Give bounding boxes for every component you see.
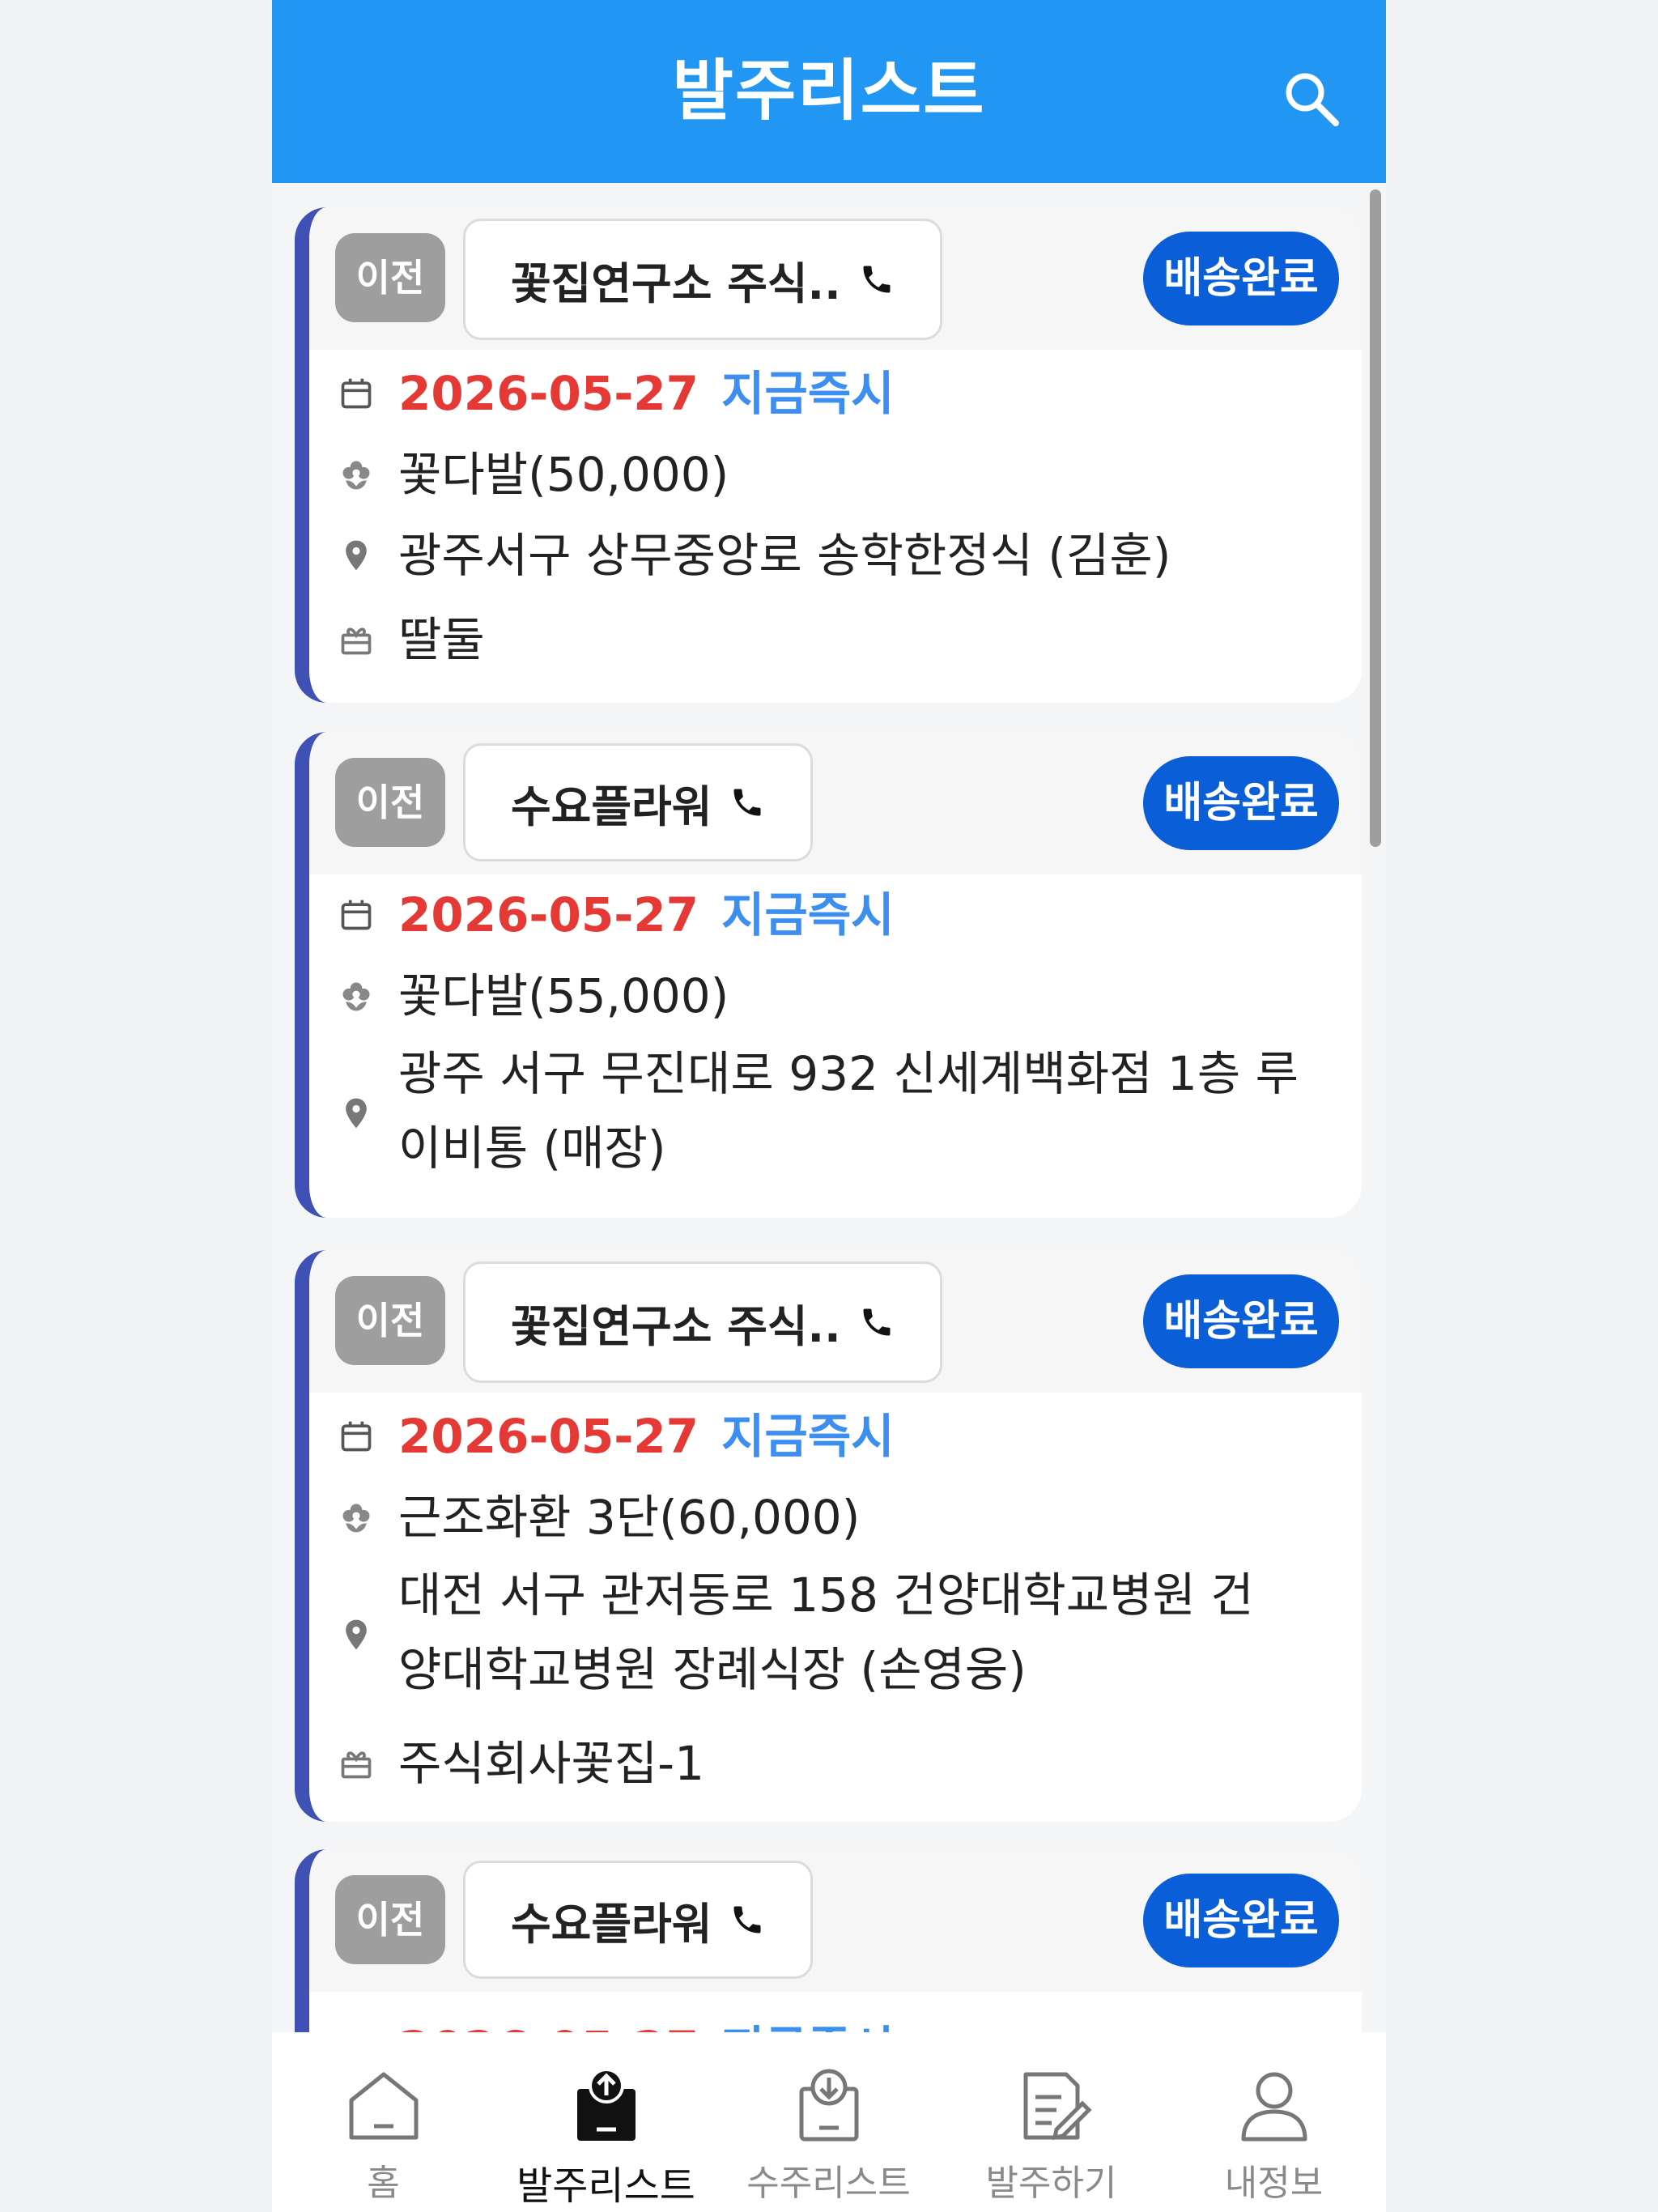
- address-row: 광주서구 상무중앙로 송학한정식 (김훈): [309, 515, 1362, 596]
- order-card[interactable]: 이전 수요플라워 배송완료 2026-05-27 지금즉시: [295, 1849, 1362, 2032]
- product-row: 근조화환 3단(60,000): [309, 1477, 1362, 1558]
- location-pin-icon: [346, 1098, 367, 1129]
- sender-text: 주식회사꽃집-1: [398, 1736, 704, 1791]
- order-date: 2026-05-27: [398, 1409, 699, 1464]
- tab-label: 홈: [367, 2163, 400, 2204]
- order-list[interactable]: 이전 꽃집연구소 주식.. 배송완료 2026-05-27 지금즉시 꽃다발(50…: [272, 183, 1386, 2032]
- date-row: 2026-05-27 지금즉시: [309, 874, 1362, 955]
- order-card-header: 이전 꽃집연구소 주식.. 배송완료: [309, 207, 1362, 350]
- phone-icon: [863, 1308, 891, 1336]
- tab-label: 수주리스트: [746, 2163, 911, 2204]
- prev-badge[interactable]: 이전: [335, 758, 445, 847]
- order-date: 2026-05-27: [398, 887, 699, 942]
- gift-icon: [341, 1751, 372, 1779]
- order-card-header: 이전 수요플라워 배송완료: [309, 732, 1362, 874]
- location-pin-icon: [346, 540, 367, 571]
- address-text-cont: 양대학교병원 장례식장 (손영웅): [398, 1642, 1027, 1697]
- shop-name: 수요플라워: [511, 781, 712, 832]
- order-card[interactable]: 이전 수요플라워 배송완료 2026-05-27 지금즉시 꽃다발(55,000)…: [295, 732, 1362, 1218]
- prev-badge[interactable]: 이전: [335, 233, 445, 322]
- tab-home[interactable]: 홈: [272, 2032, 495, 2212]
- product-text: 꽃다발(55,000): [398, 968, 729, 1023]
- tab-place-order[interactable]: 발주하기: [940, 2032, 1163, 2212]
- date-row: 2026-05-27 지금즉시: [309, 1396, 1362, 1477]
- status-button[interactable]: 배송완료: [1143, 1274, 1339, 1368]
- phone-icon: [733, 1906, 761, 1933]
- calendar-icon: [341, 378, 372, 409]
- shop-call-button[interactable]: 수요플라워: [463, 1861, 814, 1979]
- page-title: 발주리스트: [672, 53, 986, 130]
- search-icon: [1286, 73, 1339, 126]
- sender-row: 딸둘: [309, 599, 1362, 680]
- tab-received-list[interactable]: 수주리스트: [717, 2032, 940, 2212]
- shop-call-button[interactable]: 수요플라워: [463, 743, 814, 861]
- address-row: 대전 서구 관저동로 158 건양대학교병원 건 양대학교병원 장례식장 (손영…: [309, 1558, 1362, 1712]
- shop-name: 꽃집연구소 주식..: [511, 257, 841, 309]
- product-text: 꽃다발(50,000): [398, 447, 729, 502]
- search-button[interactable]: [1282, 70, 1341, 128]
- order-time: 지금즉시: [721, 366, 895, 421]
- upload-box-icon: [576, 2068, 636, 2141]
- order-time: 지금즉시: [721, 1409, 895, 1464]
- product-row: 꽃다발(50,000): [309, 434, 1362, 515]
- shop-name: 수요플라워: [511, 1898, 712, 1950]
- address-row: 광주 서구 무진대로 932 신세계백화점 1층 루 이비통 (매장): [309, 1036, 1362, 1190]
- prev-badge[interactable]: 이전: [335, 1276, 445, 1365]
- product-row: 꽃다발(55,000): [309, 955, 1362, 1036]
- status-button[interactable]: 배송완료: [1143, 756, 1339, 850]
- address-text: 광주서구 상무중앙로 송학한정식 (김훈): [398, 528, 1171, 583]
- tab-label: 내정보: [1224, 2163, 1324, 2204]
- product-text: 근조화환 3단(60,000): [398, 1490, 861, 1545]
- tab-order-list[interactable]: 발주리스트: [495, 2032, 717, 2212]
- order-date: 2026-05-27: [398, 366, 699, 421]
- status-button[interactable]: 배송완료: [1143, 1874, 1339, 1967]
- status-button[interactable]: 배송완료: [1143, 232, 1339, 325]
- flower-icon: [342, 982, 370, 1011]
- phone-icon: [733, 789, 761, 816]
- address-text: 광주 서구 무진대로 932 신세계백화점 1층 루: [398, 1046, 1299, 1101]
- address-text-cont: 이비통 (매장): [398, 1121, 666, 1176]
- order-card[interactable]: 이전 꽃집연구소 주식.. 배송완료 2026-05-27 지금즉시 근조화환 3…: [295, 1250, 1362, 1822]
- shop-call-button[interactable]: 꽃집연구소 주식..: [463, 219, 942, 340]
- date-row: 2026-05-27 지금즉시: [309, 2008, 1362, 2032]
- sender-row: 주식회사꽃집-1: [309, 1723, 1362, 1804]
- address-text: 대전 서구 관저동로 158 건양대학교병원 건: [398, 1568, 1254, 1623]
- home-icon: [349, 2072, 418, 2140]
- user-icon: [1241, 2072, 1307, 2142]
- shop-call-button[interactable]: 꽃집연구소 주식..: [463, 1261, 942, 1383]
- gift-icon: [341, 627, 372, 655]
- bottom-tab-bar: 홈 발주리스트 수주리스트 발주하기 내정보: [272, 2032, 1386, 2212]
- shop-name: 꽃집연구소 주식..: [511, 1300, 841, 1352]
- prev-badge[interactable]: 이전: [335, 1875, 445, 1964]
- date-row: 2026-05-27 지금즉시: [309, 353, 1362, 434]
- location-pin-icon: [346, 1619, 367, 1650]
- app-header: 발주리스트: [272, 0, 1386, 183]
- write-order-icon: [1023, 2072, 1092, 2141]
- order-date: 2026-05-27: [398, 2021, 699, 2032]
- sender-text: 딸둘: [398, 612, 485, 667]
- flower-icon: [342, 1504, 370, 1533]
- tab-my-info[interactable]: 내정보: [1163, 2032, 1385, 2212]
- tab-label: 발주리스트: [517, 2163, 695, 2209]
- tab-label: 발주하기: [985, 2163, 1117, 2204]
- calendar-icon: [341, 1421, 372, 1452]
- order-card[interactable]: 이전 꽃집연구소 주식.. 배송완료 2026-05-27 지금즉시 꽃다발(50…: [295, 207, 1362, 703]
- app-screen: 발주리스트 이전 꽃집연구소 주식.. 배송완료 2026-05-27 지금즉시: [272, 0, 1386, 2212]
- order-time: 지금즉시: [721, 2021, 894, 2032]
- flower-icon: [342, 461, 370, 490]
- order-card-header: 이전 꽃집연구소 주식.. 배송완료: [309, 1250, 1362, 1393]
- download-box-icon: [799, 2069, 858, 2142]
- calendar-icon: [341, 900, 372, 930]
- phone-icon: [863, 266, 891, 293]
- order-card-header: 이전 수요플라워 배송완료: [309, 1849, 1362, 1992]
- order-time: 지금즉시: [721, 887, 895, 942]
- list-scrollbar[interactable]: [1370, 189, 1381, 847]
